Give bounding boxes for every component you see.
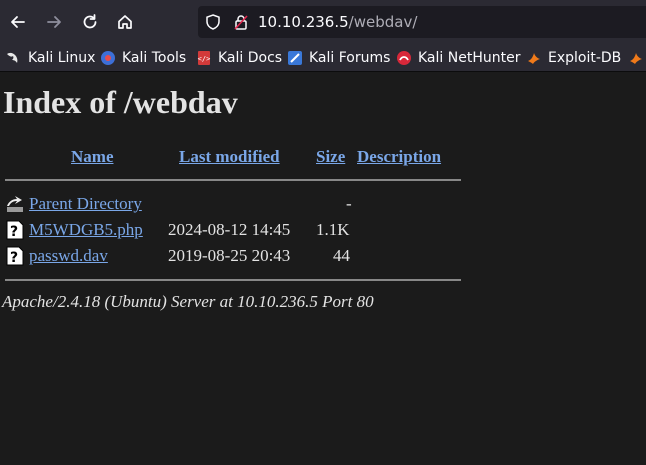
back-icon[interactable] [5, 9, 31, 35]
bookmark-kali-tools[interactable]: Kali Tools [100, 48, 186, 68]
svg-text:</>: </> [198, 55, 211, 63]
unknown-file-icon: ? [5, 220, 25, 240]
bookmark-label: Kali Docs [218, 50, 283, 66]
forward-icon[interactable] [41, 9, 67, 35]
file-link[interactable]: passwd.dav [29, 246, 108, 266]
row-size: 1.1K [316, 220, 350, 239]
bookmark-overflow[interactable] [628, 48, 646, 68]
header-name-link[interactable]: Name [71, 147, 113, 167]
header-last-modified-link[interactable]: Last modified [179, 147, 280, 167]
server-signature: Apache/2.4.18 (Ubuntu) Server at 10.10.2… [2, 292, 374, 311]
home-icon[interactable] [112, 9, 138, 35]
svg-text:?: ? [10, 250, 18, 266]
divider [5, 179, 461, 181]
exploit-db-icon [628, 50, 644, 66]
bookmark-label: Kali Linux [28, 50, 96, 66]
page-content: Index of /webdav Name Last modified Size… [0, 72, 646, 465]
bookmark-kali-docs[interactable]: </> Kali Docs [196, 48, 282, 68]
url-bar[interactable]: 10.10.236.5/webdav/ [198, 6, 646, 38]
svg-text:?: ? [10, 224, 18, 240]
shield-icon[interactable] [204, 13, 222, 36]
row-modified: 2024-08-12 14:45 [168, 220, 291, 239]
bookmark-label: Kali Forums [309, 50, 391, 66]
bookmark-kali-nethunter[interactable]: Kali NetHunter [396, 48, 520, 68]
bookmark-label: Exploit-DB [548, 50, 622, 66]
bookmark-label: Kali Tools [122, 50, 187, 66]
file-link[interactable]: M5WDGB5.php [29, 220, 143, 240]
bookmark-exploit-db[interactable]: Exploit-DB [526, 48, 621, 68]
kali-dragon-icon [6, 50, 22, 66]
lock-icon[interactable] [232, 13, 250, 36]
parent-directory-link[interactable]: Parent Directory [29, 194, 142, 214]
bookmarks-bar: Kali Linux Kali Tools </> Kali Docs Kali… [0, 44, 646, 72]
kali-tools-icon [100, 50, 116, 66]
header-description-link[interactable]: Description [357, 147, 441, 167]
page-title: Index of /webdav [3, 84, 238, 120]
unknown-file-icon: ? [5, 246, 25, 266]
bookmark-kali-linux[interactable]: Kali Linux [6, 48, 95, 68]
browser-toolbar: 10.10.236.5/webdav/ [0, 0, 646, 44]
reload-icon[interactable] [77, 9, 103, 35]
url-text[interactable]: 10.10.236.5/webdav/ [258, 13, 417, 31]
divider [5, 279, 461, 281]
exploit-db-icon [526, 50, 542, 66]
row-size: - [346, 194, 352, 213]
row-modified: 2019-08-25 20:43 [168, 246, 291, 265]
bookmark-label: Kali NetHunter [418, 50, 521, 66]
back-folder-icon [5, 194, 25, 214]
url-path: /webdav/ [348, 13, 418, 31]
kali-docs-icon: </> [196, 50, 212, 66]
nethunter-icon [396, 50, 412, 66]
bookmark-kali-forums[interactable]: Kali Forums [287, 48, 390, 68]
url-host: 10.10.236.5 [258, 13, 349, 31]
kali-forums-icon [287, 50, 303, 66]
row-size: 44 [333, 246, 350, 265]
header-size-link[interactable]: Size [316, 147, 345, 167]
